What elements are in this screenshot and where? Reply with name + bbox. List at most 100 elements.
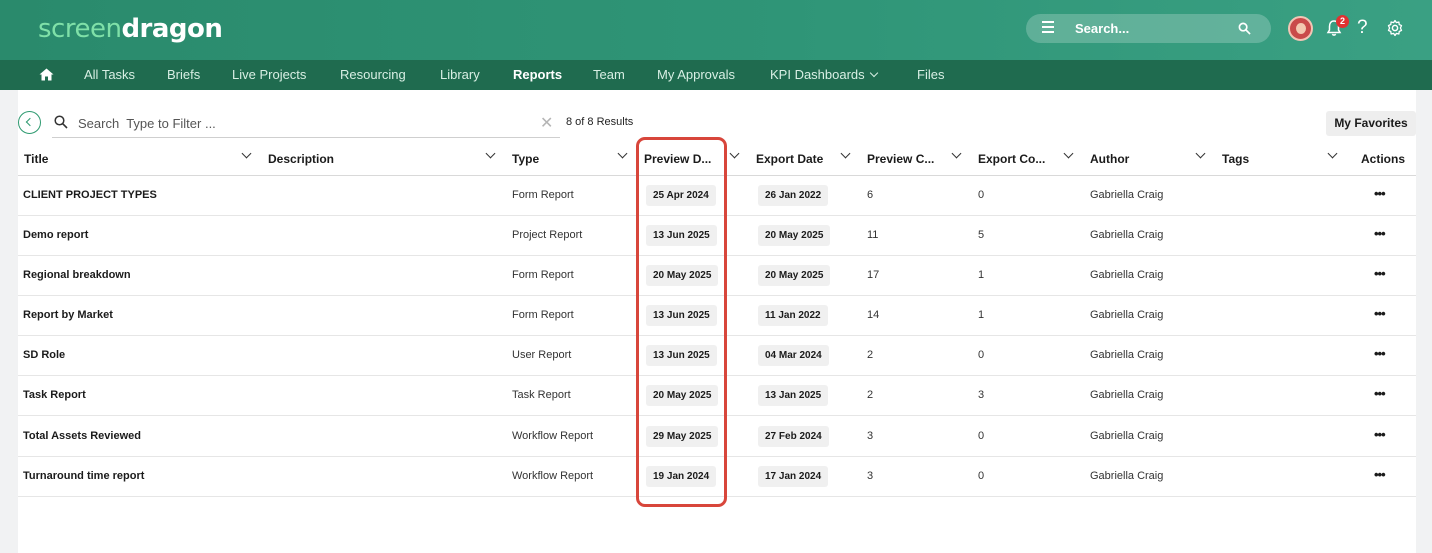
nav-all-tasks[interactable]: All Tasks xyxy=(84,67,135,82)
row-export-count: 0 xyxy=(978,430,985,442)
logo-text-dragon: dragon xyxy=(121,14,223,44)
row-title[interactable]: Task Report xyxy=(23,389,86,401)
column-header-author[interactable]: Author xyxy=(1090,152,1129,166)
row-export-date: 04 Mar 2024 xyxy=(758,345,829,366)
more-actions-icon[interactable]: ••• xyxy=(1374,266,1386,281)
nav-briefs[interactable]: Briefs xyxy=(167,67,200,82)
notification-badge: 2 xyxy=(1336,15,1349,28)
gear-icon[interactable] xyxy=(1386,19,1404,37)
row-export-count: 0 xyxy=(978,470,985,482)
nav-my-approvals[interactable]: My Approvals xyxy=(657,67,735,82)
row-preview-count: 6 xyxy=(867,189,874,201)
more-actions-icon[interactable]: ••• xyxy=(1374,386,1386,401)
row-author: Gabriella Craig xyxy=(1090,229,1164,241)
row-type: Workflow Report xyxy=(512,430,594,442)
row-preview-count: 2 xyxy=(867,389,874,401)
main-nav: All Tasks Briefs Live Projects Resourcin… xyxy=(0,60,1432,90)
logo-text-screen: screen xyxy=(38,14,122,44)
row-export-count: 3 xyxy=(978,389,985,401)
nav-kpi-dashboards[interactable]: KPI Dashboards xyxy=(770,67,878,82)
row-author: Gabriella Craig xyxy=(1090,309,1164,321)
column-header-type[interactable]: Type xyxy=(512,152,539,166)
row-export-count: 5 xyxy=(978,229,985,241)
nav-reports[interactable]: Reports xyxy=(513,67,562,82)
row-title[interactable]: CLIENT PROJECT TYPES xyxy=(23,189,157,201)
row-title[interactable]: SD Role xyxy=(23,349,65,361)
preview-date-column-highlight xyxy=(636,137,727,507)
screendragon-logo[interactable]: screendragon xyxy=(38,14,223,44)
row-type: Workflow Report xyxy=(512,470,594,482)
chevron-down-icon xyxy=(869,68,878,78)
row-type: Task Report xyxy=(512,389,571,401)
row-author: Gabriella Craig xyxy=(1090,430,1164,442)
row-author: Gabriella Craig xyxy=(1090,349,1164,361)
help-icon[interactable]: ? xyxy=(1357,17,1368,39)
row-export-date: 27 Feb 2024 xyxy=(758,426,829,447)
row-title[interactable]: Turnaround time report xyxy=(23,470,144,482)
row-export-count: 0 xyxy=(978,349,985,361)
home-icon[interactable] xyxy=(39,68,54,81)
nav-files[interactable]: Files xyxy=(917,67,944,82)
filter-text: Search Type to Filter ... xyxy=(78,116,216,131)
clear-icon[interactable]: ✕ xyxy=(540,113,553,133)
row-export-count: 1 xyxy=(978,309,985,321)
row-export-date: 17 Jan 2024 xyxy=(758,466,829,487)
more-actions-icon[interactable]: ••• xyxy=(1374,427,1386,442)
row-title[interactable]: Demo report xyxy=(23,229,88,241)
row-export-date: 20 May 2025 xyxy=(758,225,831,246)
more-actions-icon[interactable]: ••• xyxy=(1374,186,1386,201)
row-export-date: 20 May 2025 xyxy=(758,265,831,286)
nav-kpi-dashboards-label: KPI Dashboards xyxy=(770,67,865,82)
column-header-actions: Actions xyxy=(1361,152,1406,166)
nav-resourcing[interactable]: Resourcing xyxy=(340,67,406,82)
filter-input[interactable]: Search Type to Filter ... ✕ xyxy=(52,109,560,138)
row-author: Gabriella Craig xyxy=(1090,189,1164,201)
filter-label: Search xyxy=(78,116,120,131)
row-export-date: 11 Jan 2022 xyxy=(758,305,828,326)
nav-library[interactable]: Library xyxy=(440,67,480,82)
column-header-preview-count[interactable]: Preview C... xyxy=(867,152,934,166)
row-author: Gabriella Craig xyxy=(1090,269,1164,281)
search-icon xyxy=(54,115,68,129)
more-actions-icon[interactable]: ••• xyxy=(1374,306,1386,321)
more-actions-icon[interactable]: ••• xyxy=(1374,346,1386,361)
results-count: 8 of 8 Results xyxy=(566,116,634,128)
more-actions-icon[interactable]: ••• xyxy=(1374,226,1386,241)
row-export-date: 26 Jan 2022 xyxy=(758,185,829,206)
global-search-placeholder: Search... xyxy=(1075,21,1130,36)
row-title[interactable]: Total Assets Reviewed xyxy=(23,430,141,442)
row-type: Form Report xyxy=(512,189,574,201)
row-preview-count: 17 xyxy=(867,269,880,281)
row-type: Form Report xyxy=(512,269,574,281)
row-export-date: 13 Jan 2025 xyxy=(758,385,829,406)
column-header-export-count[interactable]: Export Co... xyxy=(978,152,1045,166)
column-header-title[interactable]: Title xyxy=(24,152,48,166)
nav-team[interactable]: Team xyxy=(593,67,625,82)
row-export-count: 0 xyxy=(978,189,985,201)
nav-live-projects[interactable]: Live Projects xyxy=(232,67,306,82)
row-title[interactable]: Report by Market xyxy=(23,309,113,321)
my-favorites-button[interactable]: My Favorites xyxy=(1326,111,1416,136)
row-preview-count: 3 xyxy=(867,430,874,442)
column-header-description[interactable]: Description xyxy=(268,152,334,166)
global-search[interactable]: Search... xyxy=(1026,14,1271,43)
row-preview-count: 2 xyxy=(867,349,874,361)
search-icon[interactable] xyxy=(1238,22,1251,35)
column-header-tags[interactable]: Tags xyxy=(1222,152,1249,166)
row-author: Gabriella Craig xyxy=(1090,470,1164,482)
row-title[interactable]: Regional breakdown xyxy=(23,269,131,281)
row-preview-count: 14 xyxy=(867,309,880,321)
row-type: Project Report xyxy=(512,229,583,241)
filter-placeholder: Type to Filter ... xyxy=(126,116,216,131)
row-preview-count: 11 xyxy=(867,229,879,241)
row-preview-count: 3 xyxy=(867,470,874,482)
row-type: Form Report xyxy=(512,309,574,321)
back-button[interactable] xyxy=(18,111,41,134)
row-export-count: 1 xyxy=(978,269,985,281)
more-actions-icon[interactable]: ••• xyxy=(1374,467,1386,482)
row-type: User Report xyxy=(512,349,572,361)
user-avatar[interactable] xyxy=(1288,16,1313,41)
hamburger-menu-icon[interactable] xyxy=(1042,21,1054,35)
row-author: Gabriella Craig xyxy=(1090,389,1164,401)
column-header-export-date[interactable]: Export Date xyxy=(756,152,823,166)
